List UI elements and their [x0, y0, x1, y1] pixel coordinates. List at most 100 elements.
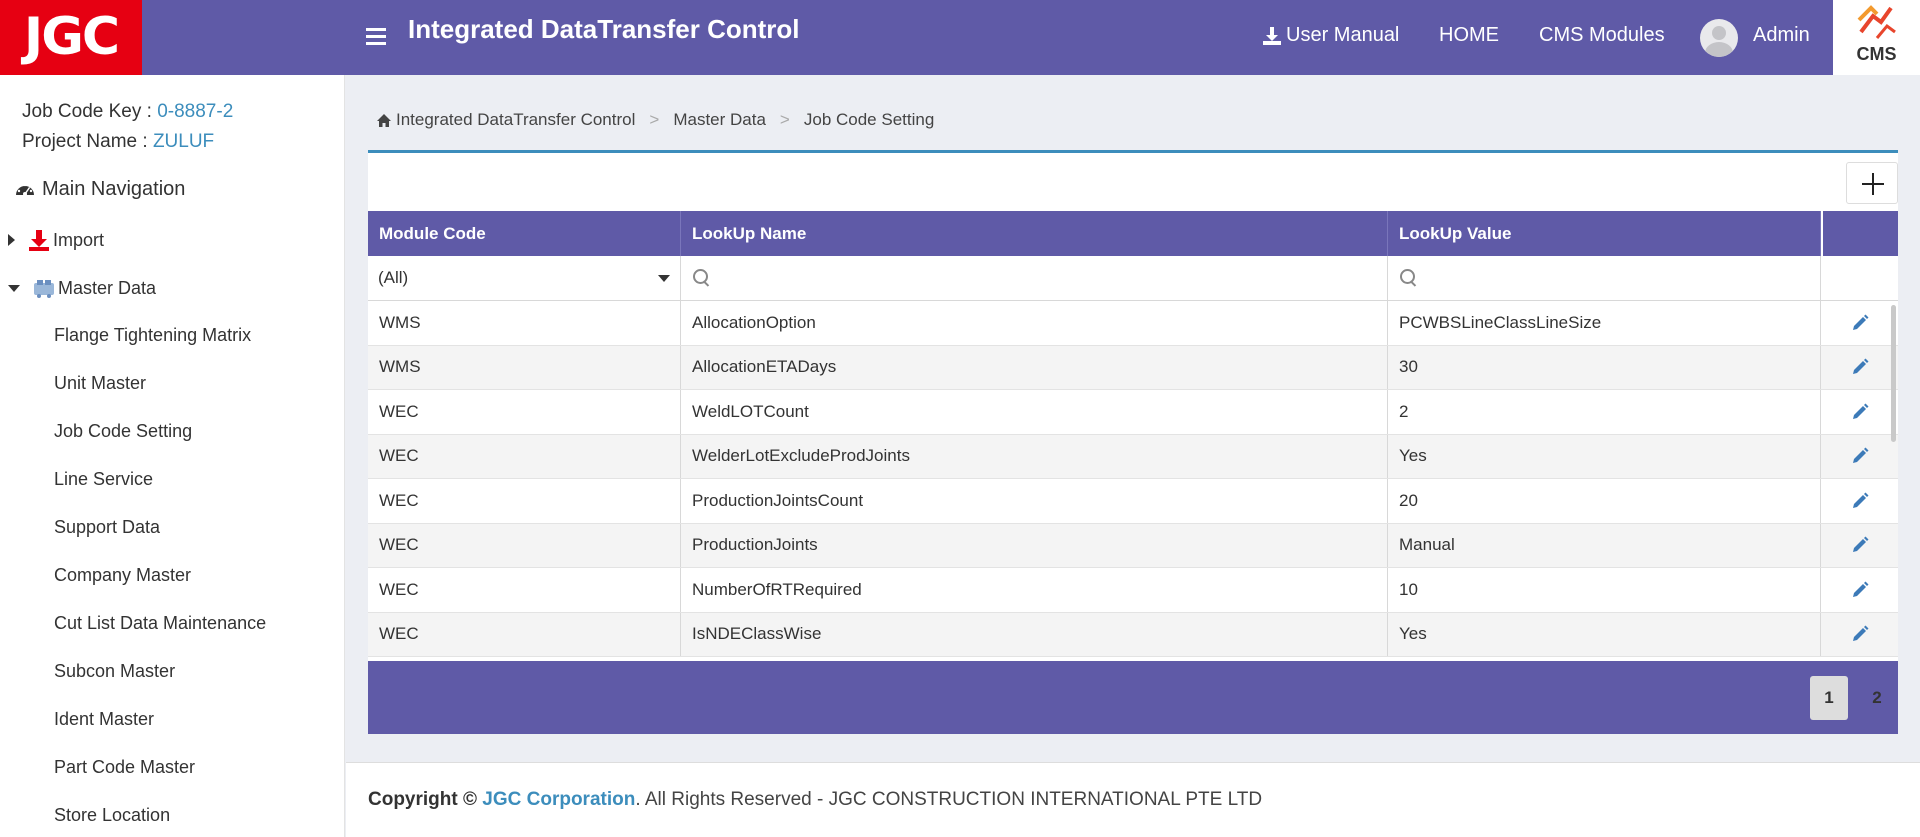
caret-right-icon [8, 234, 15, 246]
breadcrumb-current: Job Code Setting [803, 110, 935, 129]
user-manual-link[interactable]: User Manual [1262, 24, 1399, 47]
module-code-filter-dropdown[interactable]: (All) [368, 256, 681, 300]
job-code-key-value: 0-8887-2 [157, 101, 234, 122]
page-1-button[interactable]: 1 [1810, 676, 1848, 720]
search-icon [1400, 269, 1418, 287]
sidebar-item-ident-master[interactable]: Ident Master [54, 709, 154, 730]
grid-scrollbar[interactable] [1891, 305, 1896, 442]
module-code-cell: WEC [368, 612, 681, 656]
lookup-value-search-input[interactable] [1388, 256, 1821, 300]
add-button[interactable] [1846, 162, 1898, 204]
admin-user-menu[interactable]: Admin [1753, 24, 1810, 47]
sidebar-item-line-service[interactable]: Line Service [54, 469, 153, 490]
breadcrumb-separator: > [649, 110, 660, 129]
edit-pencil-icon[interactable] [1850, 535, 1870, 555]
pagination: 1 2 [368, 661, 1898, 734]
sidebar-master-data-label: Master Data [58, 277, 157, 298]
dashboard-icon [16, 183, 34, 196]
module-code-cell: WEC [368, 434, 681, 478]
breadcrumb-master-data[interactable]: Master Data [673, 110, 766, 130]
module-code-cell: WMS [368, 301, 681, 345]
breadcrumb: Integrated DataTransfer Control > Master… [376, 110, 934, 130]
sidebar-item-company-master[interactable]: Company Master [54, 565, 191, 586]
column-header-lookup-name[interactable]: LookUp Name [681, 211, 1388, 256]
project-name: Project Name : ZULUF [22, 131, 214, 153]
edit-pencil-icon[interactable] [1850, 357, 1870, 377]
page-2-button[interactable]: 2 [1858, 676, 1896, 720]
edit-pencil-icon[interactable] [1850, 313, 1870, 333]
table-row[interactable]: WMS AllocationETADays 30 [368, 345, 1898, 390]
module-code-cell: WEC [368, 523, 681, 567]
sidebar-group-import[interactable]: Import [8, 228, 104, 252]
table-row[interactable]: WEC ProductionJointsCount 20 [368, 479, 1898, 524]
sidebar-item-unit-master[interactable]: Unit Master [54, 373, 146, 394]
lookup-name-cell: WelderLotExcludeProdJoints [681, 434, 1388, 478]
table-row[interactable]: WEC IsNDEClassWise Yes [368, 612, 1898, 657]
sidebar-import-label: Import [53, 229, 105, 250]
lookup-name-search-input[interactable] [681, 256, 1388, 300]
project-name-label: Project Name : [22, 131, 153, 152]
job-code-setting-panel: Module Code LookUp Name LookUp Value (Al… [368, 150, 1898, 734]
table-row[interactable]: WMS AllocationOption PCWBSLineClassLineS… [368, 301, 1898, 346]
sidebar-item-support-data[interactable]: Support Data [54, 517, 160, 538]
cms-logo-text: CMS [1856, 44, 1897, 64]
cms-modules-link[interactable]: CMS Modules [1539, 24, 1665, 47]
sidebar-item-flange-tightening-matrix[interactable]: Flange Tightening Matrix [54, 325, 251, 346]
database-icon [34, 280, 54, 298]
edit-pencil-icon[interactable] [1850, 491, 1870, 511]
home-link[interactable]: HOME [1439, 24, 1499, 47]
search-icon [693, 269, 711, 287]
lookup-name-cell: WeldLOTCount [681, 390, 1388, 434]
module-code-cell: WEC [368, 568, 681, 612]
breadcrumb-separator: > [779, 110, 790, 129]
cms-logo[interactable]: CMS [1833, 0, 1920, 75]
grid-header-row: Module Code LookUp Name LookUp Value [368, 211, 1898, 256]
sidebar-item-part-code-master[interactable]: Part Code Master [54, 757, 195, 778]
footer-copyright: Copyright © JGC Corporation. All Rights … [368, 789, 1262, 811]
hamburger-menu-icon[interactable] [366, 28, 386, 45]
chevron-down-icon [658, 274, 670, 282]
app-title: Integrated DataTransfer Control [408, 14, 800, 44]
caret-down-icon [8, 284, 20, 292]
breadcrumb-root[interactable]: Integrated DataTransfer Control [396, 110, 635, 130]
job-code-key: Job Code Key : 0-8887-2 [22, 101, 233, 123]
table-row[interactable]: WEC ProductionJoints Manual [368, 523, 1898, 568]
avatar[interactable] [1700, 19, 1738, 57]
sidebar-item-job-code-setting[interactable]: Job Code Setting [54, 421, 192, 442]
lookup-value-cell: Yes [1388, 612, 1821, 656]
user-manual-label: User Manual [1286, 24, 1400, 46]
edit-pencil-icon[interactable] [1850, 624, 1870, 644]
edit-pencil-icon[interactable] [1850, 446, 1870, 466]
sidebar-item-store-location[interactable]: Store Location [54, 805, 170, 826]
module-code-cell: WEC [368, 390, 681, 434]
column-header-module-code[interactable]: Module Code [368, 211, 681, 256]
edit-pencil-icon[interactable] [1850, 580, 1870, 600]
jgc-logo[interactable]: JGC [0, 0, 142, 75]
jgc-corporation-link[interactable]: JGC Corporation [482, 789, 635, 810]
table-row[interactable]: WEC WelderLotExcludeProdJoints Yes [368, 434, 1898, 479]
footer: Copyright © JGC Corporation. All Rights … [346, 762, 1920, 837]
top-header: JGC Integrated DataTransfer Control User… [0, 0, 1920, 75]
main-navigation-heading: Main Navigation [14, 178, 185, 201]
lookup-name-cell: NumberOfRTRequired [681, 568, 1388, 612]
column-header-lookup-value[interactable]: LookUp Value [1388, 211, 1821, 256]
main-navigation-label: Main Navigation [42, 178, 186, 200]
download-icon [29, 230, 49, 251]
download-icon [1263, 26, 1281, 45]
sidebar-item-cut-list-data-maintenance[interactable]: Cut List Data Maintenance [54, 613, 266, 634]
table-row[interactable]: WEC WeldLOTCount 2 [368, 390, 1898, 435]
grid-filter-row: (All) [368, 256, 1898, 301]
cms-logo-icon [1857, 5, 1896, 39]
filter-actions-cell [1821, 256, 1898, 300]
sidebar-item-subcon-master[interactable]: Subcon Master [54, 661, 175, 682]
module-code-filter-value: (All) [378, 268, 409, 287]
lookup-value-cell: Yes [1388, 434, 1821, 478]
module-code-cell: WEC [368, 479, 681, 523]
job-code-key-label: Job Code Key : [22, 101, 158, 122]
sidebar-group-master-data[interactable]: Master Data [8, 277, 156, 299]
lookup-name-cell: IsNDEClassWise [681, 612, 1388, 656]
edit-pencil-icon[interactable] [1850, 402, 1870, 422]
column-header-actions [1821, 211, 1898, 256]
lookup-value-cell: PCWBSLineClassLineSize [1388, 301, 1821, 345]
table-row[interactable]: WEC NumberOfRTRequired 10 [368, 568, 1898, 613]
